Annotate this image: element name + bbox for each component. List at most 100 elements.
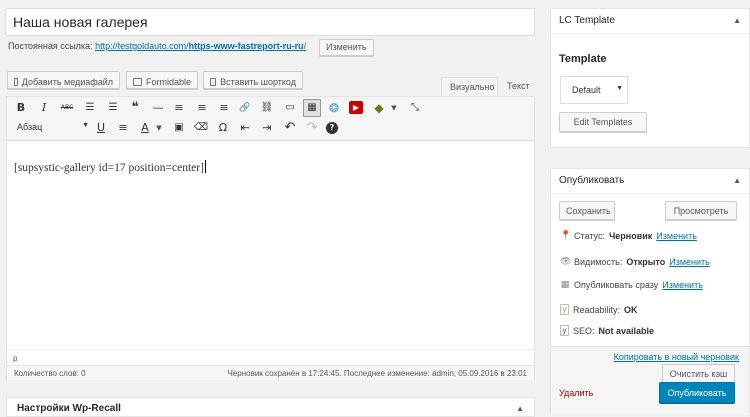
editor-content[interactable]: [supsystic-gallery id=17 position=center… — [14, 160, 206, 174]
editor-path-bar: p — [7, 349, 534, 365]
special-char-icon[interactable]: Ω — [214, 119, 232, 137]
template-label: Template — [559, 53, 607, 65]
wp-recall-settings-box[interactable]: Настройки Wp-Recall ▲ — [6, 397, 535, 417]
edit-slug-button[interactable]: Изменить — [319, 39, 374, 56]
edit-templates-button[interactable]: Edit Templates — [559, 112, 647, 132]
wp-recall-settings-title: Настройки Wp-Recall — [17, 403, 121, 414]
bullet-list-icon[interactable]: ☰ — [81, 99, 99, 117]
blockquote-icon[interactable]: ❝ — [126, 99, 144, 117]
add-media-button[interactable]: Добавить медиафайл — [7, 71, 120, 89]
publish-title: Опубликовать — [559, 175, 625, 186]
format-select-value: Абзац — [17, 122, 43, 132]
collapse-arrow-icon[interactable]: ▲ — [733, 16, 741, 25]
visibility-row: 👁 Видимость: Открыто Изменить — [560, 257, 710, 267]
media-icon — [14, 77, 18, 86]
hr-icon[interactable]: — — [149, 99, 167, 117]
strikethrough-icon[interactable]: ABC — [58, 99, 76, 117]
help-icon[interactable]: ? — [326, 122, 338, 134]
editor-toolbar: B I ABC ☰ ☰ ❝ — ≡ ≡ ≡ 🔗 ⛓ ▭ ▦ ❂ ▶ ◆ ▼ ⤡ … — [7, 97, 534, 141]
align-center-icon[interactable]: ≡ — [193, 99, 211, 117]
template-select[interactable]: Default ▼ — [560, 76, 628, 104]
toolbar-row-1: B I ABC ☰ ☰ ❝ — ≡ ≡ ≡ 🔗 ⛓ ▭ ▦ ❂ ▶ ◆ ▼ ⤡ — [7, 99, 534, 119]
chevron-down-icon[interactable]: ▼ — [150, 119, 168, 137]
italic-icon[interactable]: I — [35, 99, 53, 117]
clear-format-icon[interactable]: ⌫ — [192, 119, 210, 137]
status-edit-link[interactable]: Изменить — [656, 231, 697, 241]
underline-icon[interactable]: U — [92, 119, 110, 137]
publish-box: Опубликовать ▲ Сохранить Просмотреть 📍 С… — [550, 168, 750, 414]
chevron-down-icon: ▼ — [616, 85, 623, 92]
align-left-icon[interactable]: ≡ — [170, 99, 188, 117]
delete-link[interactable]: Удалить — [559, 388, 593, 398]
template-select-value: Default — [572, 85, 601, 95]
shortcode-icon — [210, 77, 217, 86]
insert-shortcode-button[interactable]: Вставить шорткод — [203, 71, 303, 89]
text-caret — [204, 160, 206, 173]
format-select[interactable]: Абзац ▼ — [15, 120, 91, 136]
paste-text-icon[interactable]: ▣ — [170, 119, 188, 137]
redo-icon[interactable]: ↷ — [303, 119, 321, 137]
lc-template-header[interactable]: LC Template ▲ — [551, 9, 749, 34]
insert-shortcode-label: Вставить шорткод — [220, 76, 296, 87]
collapse-arrow-icon[interactable]: ▲ — [516, 404, 524, 413]
post-title-input[interactable]: Наша новая галерея — [5, 8, 535, 36]
seo-label: SEO: — [573, 325, 595, 336]
lc-template-title: LC Template — [559, 15, 615, 26]
status-row: 📍 Статус: Черновик Изменить — [560, 231, 697, 241]
indent-icon[interactable]: ⇥ — [258, 119, 276, 137]
formidable-icon — [133, 77, 142, 86]
outdent-icon[interactable]: ⇤ — [236, 119, 254, 137]
youtube-icon[interactable]: ▶ — [349, 101, 363, 114]
justify-icon[interactable]: ≡ — [114, 119, 132, 137]
chevron-down-icon: ▼ — [82, 122, 89, 129]
yoast-seo-icon: y — [560, 325, 569, 336]
lc-template-box: LC Template ▲ Template Default ▼ Edit Te… — [550, 8, 750, 148]
toolbar-toggle-icon[interactable]: ▦ — [303, 99, 321, 117]
editor-status-bar: Количество слов: 0 Черновик сохранён в 1… — [7, 365, 534, 380]
permalink-label: Постоянная ссылка: — [8, 41, 93, 51]
publish-header[interactable]: Опубликовать ▲ — [551, 169, 749, 194]
add-media-label: Добавить медиафайл — [21, 76, 113, 87]
tab-text[interactable]: Текст — [499, 77, 535, 97]
clear-cache-button[interactable]: Очистить кэш — [662, 364, 735, 383]
toolbar-row-2: Абзац ▼ U ≡ A ▼ ▣ ⌫ Ω ⇤ ⇥ ↶ ↷ ? — [7, 119, 534, 139]
link-icon[interactable]: 🔗 — [236, 99, 254, 117]
yoast-readability-icon: y — [560, 304, 569, 315]
chevron-down-icon[interactable]: ▼ — [385, 99, 403, 117]
word-count: Количество слов: 0 — [14, 369, 86, 378]
visibility-label: Видимость: — [574, 257, 623, 267]
schedule-label: Опубликовать сразу — [574, 280, 659, 290]
unlink-icon[interactable]: ⛓ — [258, 99, 276, 117]
autosave-status: Черновик сохранён в 17:24:45. Последнее … — [227, 369, 527, 378]
formidable-button[interactable]: Formidable — [126, 71, 198, 89]
tab-visual[interactable]: Визуально — [441, 77, 498, 97]
seo-row: y SEO: Not available — [560, 325, 654, 336]
permalink-row: Постоянная ссылка: http://testgoldauto.c… — [8, 41, 306, 51]
save-draft-button[interactable]: Сохранить — [559, 201, 615, 220]
pin-icon: 📍 — [560, 231, 572, 241]
visibility-value: Открыто — [626, 257, 666, 267]
align-right-icon[interactable]: ≡ — [215, 99, 233, 117]
readability-value: OK — [624, 304, 638, 315]
editor-content-text: [supsystic-gallery id=17 position=center… — [14, 162, 204, 174]
schedule-edit-link[interactable]: Изменить — [662, 280, 703, 290]
calendar-icon: ▦ — [560, 280, 570, 290]
read-more-icon[interactable]: ▭ — [281, 99, 299, 117]
copy-to-draft-link[interactable]: Копировать в новый черновик — [614, 352, 739, 362]
readability-label: Readability: — [573, 304, 621, 315]
publish-button[interactable]: Опубликовать — [659, 382, 735, 403]
status-label: Статус: — [574, 231, 605, 241]
numbered-list-icon[interactable]: ☰ — [104, 99, 122, 117]
collapse-arrow-icon[interactable]: ▲ — [733, 176, 741, 185]
bold-icon[interactable]: B — [12, 99, 30, 117]
gallery-icon[interactable]: ❂ — [325, 99, 343, 117]
schedule-row: ▦ Опубликовать сразу Изменить — [560, 280, 703, 290]
undo-icon[interactable]: ↶ — [281, 119, 299, 137]
visibility-edit-link[interactable]: Изменить — [669, 257, 710, 267]
distraction-free-icon[interactable]: ⤡ — [406, 99, 424, 117]
seo-value: Not available — [598, 325, 655, 336]
status-value: Черновик — [608, 231, 653, 241]
preview-button[interactable]: Просмотреть — [665, 201, 737, 220]
formidable-label: Formidable — [145, 76, 191, 87]
permalink-url[interactable]: http://testgoldauto.com/https-www-fastre… — [95, 41, 306, 51]
